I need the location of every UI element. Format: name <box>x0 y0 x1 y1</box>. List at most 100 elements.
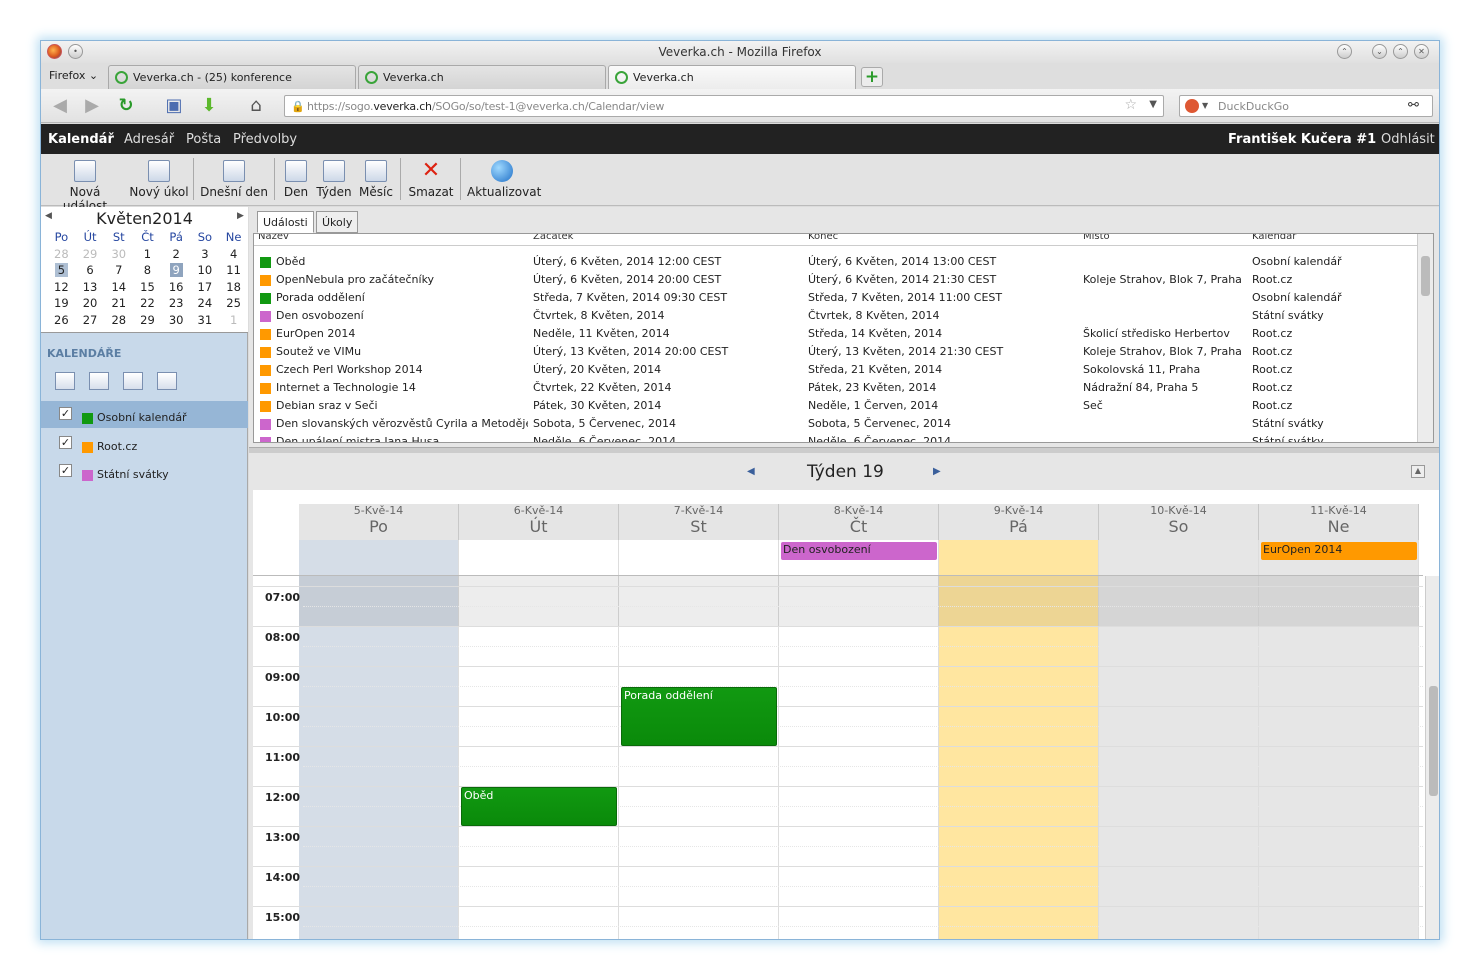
day-cell[interactable]: 29 <box>133 312 162 329</box>
bookmark-star-icon[interactable]: ☆ <box>1124 97 1137 113</box>
timed-event[interactable]: Porada oddělení <box>621 687 777 746</box>
event-row[interactable]: OpenNebula pro začátečníky Úterý, 6 Květe… <box>254 271 1417 289</box>
event-row[interactable]: Den slovanských věrozvěstů Cyrila a Meto… <box>254 415 1417 433</box>
day-cell[interactable]: 30 <box>104 246 133 263</box>
web-calendar-icon[interactable] <box>123 372 143 390</box>
event-row[interactable]: EurOpen 2014 Neděle, 11 Květen, 2014 Střed… <box>254 325 1417 343</box>
event-row[interactable]: Porada oddělení Středa, 7 Květen, 2014 09… <box>254 289 1417 307</box>
day-cell[interactable]: 20 <box>76 295 105 312</box>
delete-calendar-icon[interactable] <box>157 372 177 390</box>
column-calendar[interactable]: Kalendář <box>1252 234 1296 242</box>
delete-button[interactable]: ✕ Smazat <box>408 160 454 200</box>
day-cell[interactable]: 23 <box>162 295 191 312</box>
day-cell[interactable]: 8 <box>133 262 162 279</box>
month-view-button[interactable]: Měsíc <box>357 160 395 199</box>
events-list-scrollbar[interactable] <box>1417 234 1433 442</box>
column-name[interactable]: Název <box>258 234 289 242</box>
day-cell[interactable]: 26 <box>47 312 76 329</box>
scrollbar-thumb[interactable] <box>1421 256 1430 296</box>
day-cell[interactable]: 11 <box>219 262 248 279</box>
calendar-item[interactable]: ✓ Osobní kalendář <box>41 401 248 428</box>
browser-tab[interactable]: Veverka.ch <box>358 65 606 89</box>
day-cell[interactable]: 16 <box>162 279 191 296</box>
day-cell[interactable]: 18 <box>219 279 248 296</box>
logout-link[interactable]: Odhlásit <box>1381 132 1435 147</box>
url-bar[interactable]: 🔒 https://sogo.veverka.ch/SOGo/so/test-1… <box>284 95 1164 117</box>
day-cell[interactable]: 19 <box>47 295 76 312</box>
new-task-button[interactable]: Nový úkol <box>129 160 189 199</box>
scrollbar-thumb[interactable] <box>1429 686 1438 796</box>
menu-adresar[interactable]: Adresář <box>124 132 174 147</box>
search-engine-dropdown-icon[interactable]: ▼ <box>1202 101 1212 110</box>
day-cell[interactable]: 3 <box>191 246 220 263</box>
calendar-checkbox[interactable]: ✓ <box>59 435 72 449</box>
day-cell[interactable]: 21 <box>104 295 133 312</box>
day-cell[interactable]: 1 <box>219 312 248 329</box>
day-cell[interactable]: 2 <box>162 246 191 263</box>
week-grid-scrollbar[interactable] <box>1425 576 1439 939</box>
event-row[interactable]: Debian sraz v Seči Pátek, 30 Květen, 2014… <box>254 397 1417 415</box>
day-header[interactable]: 11-Kvě-14 Ne <box>1259 504 1419 540</box>
event-row[interactable]: Oběd Úterý, 6 Květen, 2014 12:00 CEST Úter… <box>254 253 1417 271</box>
browser-tab[interactable]: Veverka.ch - (25) konference <box>108 65 356 89</box>
day-header[interactable]: 8-Kvě-14 Čt <box>779 504 939 540</box>
prev-week-icon[interactable]: ◀ <box>747 466 755 477</box>
day-cell[interactable]: 6 <box>76 262 105 279</box>
day-cell[interactable]: 15 <box>133 279 162 296</box>
day-cell[interactable]: 17 <box>191 279 220 296</box>
day-view-button[interactable]: Den <box>282 160 310 199</box>
day-cell[interactable]: 28 <box>47 246 76 263</box>
day-cell[interactable]: 29 <box>76 246 105 263</box>
day-cell[interactable]: 10 <box>191 262 220 279</box>
day-cell[interactable]: 31 <box>191 312 220 329</box>
allday-event[interactable]: Den osvobození <box>781 542 937 560</box>
next-month-icon[interactable]: ▶ <box>237 211 244 221</box>
browser-tab-active[interactable]: Veverka.ch <box>608 65 856 89</box>
subscribe-calendar-icon[interactable] <box>89 372 109 390</box>
day-cell[interactable]: 30 <box>162 312 191 329</box>
menu-predvolby[interactable]: Předvolby <box>233 132 297 147</box>
day-cell[interactable]: 7 <box>104 262 133 279</box>
menu-kalendar[interactable]: Kalendář <box>48 132 114 147</box>
allday-event[interactable]: EurOpen 2014 <box>1261 542 1417 560</box>
day-cell[interactable]: 13 <box>76 279 105 296</box>
search-box[interactable]: ▼ DuckDuckGo ⚯ <box>1179 95 1433 117</box>
tab-tasks[interactable]: Úkoly <box>316 211 359 233</box>
day-cell[interactable]: 4 <box>219 246 248 263</box>
event-row[interactable]: Czech Perl Workshop 2014 Úterý, 20 Květen… <box>254 361 1417 379</box>
day-cell[interactable]: 28 <box>104 312 133 329</box>
week-view-button[interactable]: Týden <box>316 160 352 199</box>
day-cell[interactable]: 14 <box>104 279 133 296</box>
new-event-button[interactable]: Nová událost <box>47 160 123 213</box>
column-start[interactable]: Začátek <box>533 234 573 242</box>
new-tab-button[interactable]: + <box>861 67 883 87</box>
home-icon[interactable]: ⌂ <box>245 95 267 117</box>
day-cell[interactable]: 5 <box>47 262 76 279</box>
maximize-icon[interactable]: ⌃ <box>1393 44 1408 59</box>
tab-events[interactable]: Události <box>257 211 314 233</box>
download-icon[interactable]: ⬇ <box>198 95 220 117</box>
collapse-icon[interactable]: ▲ <box>1411 465 1425 478</box>
back-icon[interactable]: ◀ <box>49 95 71 117</box>
refresh-button[interactable]: Aktualizovat <box>467 160 541 199</box>
day-cell[interactable]: 1 <box>133 246 162 263</box>
event-row[interactable]: Den upálení mistra Jana Husa Neděle, 6 Če… <box>254 433 1417 442</box>
calendar-item[interactable]: ✓ Státní svátky <box>41 458 248 485</box>
calendar-checkbox[interactable]: ✓ <box>59 464 72 477</box>
today-button[interactable]: Dnešní den <box>200 160 268 199</box>
calendar-checkbox[interactable]: ✓ <box>59 407 72 420</box>
url-dropdown-icon[interactable]: ▼ <box>1149 99 1157 110</box>
day-header[interactable]: 5-Kvě-14 Po <box>299 504 459 540</box>
event-row[interactable]: Soutež ve VIMu Úterý, 13 Květen, 2014 20:… <box>254 343 1417 361</box>
add-calendar-icon[interactable] <box>55 372 75 390</box>
close-icon[interactable]: ✕ <box>1414 44 1429 59</box>
day-cell[interactable]: 24 <box>191 295 220 312</box>
search-binoculars-icon[interactable]: ⚯ <box>1408 98 1430 113</box>
day-cell[interactable]: 25 <box>219 295 248 312</box>
splitter[interactable] <box>249 447 1439 453</box>
day-header[interactable]: 7-Kvě-14 St <box>619 504 779 540</box>
bookmarks-icon[interactable]: ▣ <box>163 95 185 117</box>
day-header[interactable]: 9-Kvě-14 Pá <box>939 504 1099 540</box>
column-location[interactable]: Místo <box>1083 234 1110 242</box>
day-cell[interactable]: 27 <box>76 312 105 329</box>
